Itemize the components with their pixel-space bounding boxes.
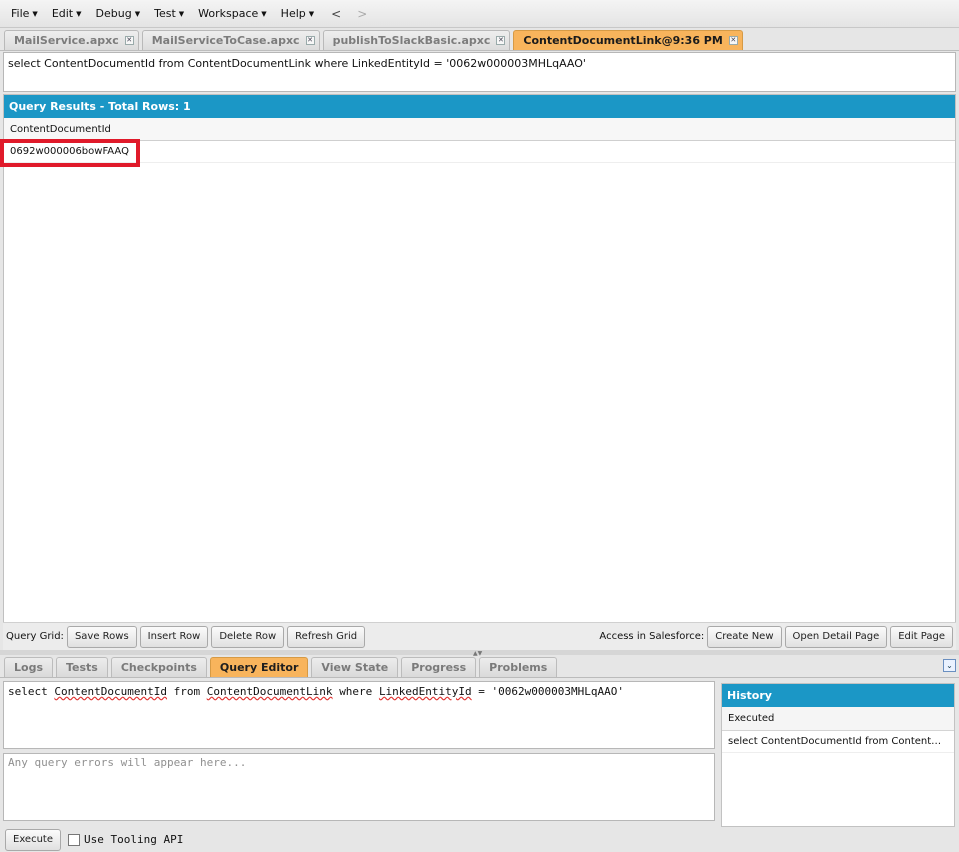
- bottom-tab-bar: Logs Tests Checkpoints Query Editor View…: [0, 656, 959, 678]
- delete-row-button[interactable]: Delete Row: [211, 625, 285, 648]
- chevron-down-icon: ▼: [261, 9, 267, 18]
- collapse-panel-icon[interactable]: ⌄: [943, 659, 956, 672]
- save-rows-button[interactable]: Save Rows: [66, 625, 137, 648]
- create-new-button[interactable]: Create New: [707, 625, 782, 648]
- tab-tests[interactable]: Tests: [56, 657, 108, 677]
- menu-test-label: Test: [154, 7, 176, 20]
- menu-help-label: Help: [280, 7, 306, 20]
- query-errors-output: Any query errors will appear here...: [3, 753, 715, 821]
- edit-page-button[interactable]: Edit Page: [890, 625, 953, 648]
- tab-checkpoints[interactable]: Checkpoints: [110, 657, 207, 677]
- close-icon[interactable]: ✕: [728, 36, 738, 45]
- editor-operator: =: [478, 685, 485, 698]
- editor-object: ContentDocumentLink: [206, 685, 333, 698]
- close-icon[interactable]: ✕: [305, 36, 315, 45]
- chevron-down-icon: ▼: [308, 9, 315, 18]
- tab-problems[interactable]: Problems: [479, 657, 558, 677]
- tab-query-editor[interactable]: Query Editor: [209, 657, 309, 677]
- menu-help[interactable]: Help ▼: [276, 3, 319, 25]
- use-tooling-api-checkbox[interactable]: [68, 833, 80, 846]
- menu-edit[interactable]: Edit ▼: [47, 3, 87, 25]
- menu-file[interactable]: File ▼: [6, 3, 43, 25]
- file-tab-mailservice[interactable]: MailService.apxc ✕: [4, 30, 139, 50]
- menu-workspace[interactable]: Workspace ▼: [193, 3, 272, 25]
- history-column-header: Executed: [722, 707, 954, 731]
- close-icon[interactable]: ✕: [124, 36, 134, 45]
- file-tab-label: MailServiceToCase.apxc: [151, 34, 300, 47]
- results-header: Query Results - Total Rows: 1: [4, 95, 955, 118]
- file-tab-contentdocumentlink[interactable]: ContentDocumentLink@9:36 PM ✕: [513, 30, 743, 50]
- tab-logs[interactable]: Logs: [4, 657, 53, 677]
- column-header[interactable]: ContentDocumentId: [4, 118, 955, 141]
- chevron-down-icon: ▼: [178, 9, 185, 18]
- refresh-grid-button[interactable]: Refresh Grid: [287, 625, 366, 648]
- use-tooling-api-label: Use Tooling API: [84, 833, 184, 846]
- history-header: History: [722, 684, 954, 707]
- menu-edit-label: Edit: [51, 7, 74, 20]
- table-row[interactable]: 0692w000006bowFAAQ: [4, 141, 955, 163]
- file-tab-label: publishToSlackBasic.apxc: [332, 34, 491, 47]
- editor-field: ContentDocumentId: [54, 685, 167, 698]
- query-grid-toolbar: Query Grid: Save Rows Insert Row Delete …: [3, 622, 956, 650]
- menu-workspace-label: Workspace: [198, 7, 259, 20]
- menu-file-label: File: [11, 7, 30, 20]
- execute-button[interactable]: Execute: [5, 828, 61, 851]
- back-arrow-icon[interactable]: <: [323, 7, 349, 21]
- query-text-display[interactable]: select ContentDocumentId from ContentDoc…: [3, 52, 956, 92]
- file-tab-label: MailService.apxc: [14, 34, 119, 47]
- execute-bar: Execute Use Tooling API: [0, 827, 959, 852]
- file-tab-mailservicetocase[interactable]: MailServiceToCase.apxc ✕: [141, 30, 320, 50]
- menu-bar: File ▼ Edit ▼ Debug ▼ Test ▼ Workspace ▼ Help…: [0, 0, 959, 28]
- query-editor-input[interactable]: select ContentDocumentId from ContentDoc…: [3, 681, 715, 749]
- editor-keyword: from: [173, 685, 201, 698]
- chevron-down-icon: ▼: [32, 9, 38, 18]
- open-detail-page-button[interactable]: Open Detail Page: [784, 625, 888, 648]
- panel-splitter[interactable]: ▲▼: [0, 650, 959, 657]
- file-tab-bar: MailService.apxc ✕ MailServiceToCase.apxc…: [0, 28, 959, 51]
- history-panel: History Executed select ContentDocumentI…: [721, 683, 955, 827]
- editor-keyword: select: [8, 685, 48, 698]
- file-tab-label: ContentDocumentLink@9:36 PM: [523, 34, 723, 47]
- query-grid-label: Query Grid:: [6, 631, 64, 642]
- developer-console: File ▼ Edit ▼ Debug ▼ Test ▼ Workspace ▼ Help…: [0, 0, 959, 852]
- editor-filter-field: LinkedEntityId: [378, 685, 472, 698]
- history-item[interactable]: select ContentDocumentId from ContentDoc…: [722, 731, 954, 753]
- query-results-panel: Query Results - Total Rows: 1 ContentDoc…: [3, 94, 956, 624]
- menu-debug-label: Debug: [95, 7, 132, 20]
- forward-arrow-icon[interactable]: >: [349, 7, 375, 21]
- menu-debug[interactable]: Debug ▼: [91, 3, 146, 25]
- chevron-down-icon: ▼: [76, 9, 82, 18]
- access-in-salesforce-label: Access in Salesforce:: [599, 631, 705, 642]
- editor-value: '0062w000003MHLqAAO': [491, 685, 624, 698]
- insert-row-button[interactable]: Insert Row: [139, 625, 209, 648]
- tab-view-state[interactable]: View State: [311, 657, 399, 677]
- chevron-down-icon: ▼: [134, 9, 141, 18]
- close-icon[interactable]: ✕: [496, 36, 506, 45]
- file-tab-publishtoslack[interactable]: publishToSlackBasic.apxc ✕: [322, 30, 511, 50]
- menu-test[interactable]: Test ▼: [149, 3, 189, 25]
- tab-progress[interactable]: Progress: [401, 657, 477, 677]
- editor-keyword: where: [339, 685, 373, 698]
